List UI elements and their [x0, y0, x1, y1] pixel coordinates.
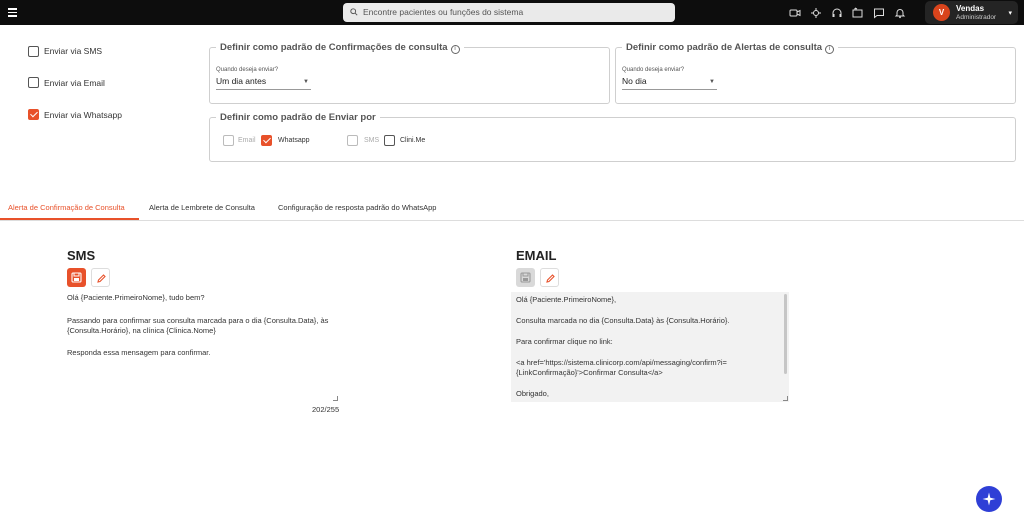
sms-checkbox[interactable]	[28, 46, 39, 57]
confirmation-default-legend: Definir como padrão de Confirmações de c…	[216, 42, 464, 54]
send-by-clinime-checkbox[interactable]	[384, 135, 395, 146]
caret-down-icon: ▼	[709, 79, 715, 85]
send-by-sms-checkbox	[347, 135, 358, 146]
bug-icon[interactable]	[810, 7, 822, 19]
send-by-whatsapp-checkbox[interactable]	[261, 135, 272, 146]
send-by-email-checkbox	[223, 135, 234, 146]
alert-default-title: Definir como padrão de Alertas de consul…	[626, 42, 823, 53]
resize-handle-icon[interactable]	[333, 396, 338, 401]
email-line: Para confirmar clique no link:	[516, 337, 613, 346]
search-placeholder: Encontre pacientes ou funções do sistema	[363, 7, 524, 17]
alert-default-group: Definir como padrão de Alertas de consul…	[615, 42, 1016, 104]
assistant-button[interactable]	[976, 486, 1002, 512]
email-line: Obrigado,	[516, 389, 549, 398]
alert-when-select[interactable]: No dia ▼	[622, 76, 717, 90]
email-line: <a href='https://sistema.clinicorp.com/a…	[516, 358, 727, 367]
confirmation-default-title: Definir como padrão de Confirmações de c…	[220, 42, 448, 53]
sms-line: {Consulta.Horário}, na clínica {Clinica.…	[67, 326, 216, 335]
sms-checkbox-label: Enviar via SMS	[44, 46, 103, 56]
history-icon[interactable]	[852, 7, 864, 19]
bell-icon[interactable]	[894, 7, 906, 19]
confirmation-default-group: Definir como padrão de Confirmações de c…	[209, 42, 610, 104]
email-save-button[interactable]	[516, 268, 535, 287]
info-icon[interactable]: i	[450, 45, 460, 54]
tab-whatsapp-default-reply[interactable]: Configuração de resposta padrão do Whats…	[278, 203, 436, 212]
sparkle-icon	[982, 492, 996, 506]
avatar: V	[933, 4, 950, 21]
chevron-down-icon: ▾	[1008, 10, 1012, 17]
email-message-text[interactable]: Olá {Paciente.PrimeiroNome}, Consulta ma…	[511, 292, 789, 402]
send-by-default-legend: Definir como padrão de Enviar por	[216, 112, 380, 123]
alert-when-value: No dia	[622, 76, 647, 86]
sms-edit-button[interactable]	[91, 268, 110, 287]
search-input[interactable]: Encontre pacientes ou funções do sistema	[343, 3, 675, 22]
save-icon	[520, 272, 531, 283]
alert-default-legend: Definir como padrão de Alertas de consul…	[622, 42, 839, 54]
send-by-whatsapp-label: Whatsapp	[278, 137, 310, 144]
sms-line: Olá {Paciente.PrimeiroNome}, tudo bem?	[67, 293, 205, 302]
pencil-icon	[546, 274, 555, 283]
save-icon	[71, 272, 82, 283]
email-checkbox-label: Enviar via Email	[44, 78, 105, 88]
whatsapp-checkbox-label: Enviar via Whatsapp	[44, 110, 122, 120]
chat-icon[interactable]	[873, 7, 885, 19]
tab-confirmation-alert[interactable]: Alerta de Confirmação de Consulta	[8, 203, 125, 212]
send-by-default-group: Definir como padrão de Enviar por Email …	[209, 112, 1016, 162]
info-icon[interactable]: i	[825, 45, 835, 54]
email-line: Consulta marcada no dia {Consulta.Data} …	[516, 316, 730, 325]
sms-line: Passando para confirmar sua consulta mar…	[67, 316, 329, 325]
email-edit-button[interactable]	[540, 268, 559, 287]
user-role: Administrador	[956, 14, 997, 21]
resize-handle-icon[interactable]	[783, 396, 788, 401]
pencil-icon	[97, 274, 106, 283]
send-by-email-label: Email	[238, 137, 256, 144]
whatsapp-checkbox[interactable]	[28, 109, 39, 120]
send-by-clinime-label: Clini.Me	[400, 137, 426, 144]
caret-down-icon: ▼	[303, 79, 309, 85]
email-scrollbar[interactable]	[784, 294, 787, 374]
user-menu[interactable]: V Vendas Administrador ▾	[925, 1, 1018, 24]
email-checkbox[interactable]	[28, 77, 39, 88]
sms-line: Responda essa mensagem para confirmar.	[67, 348, 211, 357]
active-tab-indicator	[0, 218, 139, 220]
headset-icon[interactable]	[831, 7, 843, 19]
tab-reminder-alert[interactable]: Alerta de Lembrete de Consulta	[149, 203, 255, 212]
confirmation-when-caption: Quando deseja enviar?	[216, 67, 279, 73]
send-by-sms-label: SMS	[364, 137, 380, 144]
menu-icon[interactable]	[8, 8, 17, 17]
tab-bar: Alerta de Confirmação de Consulta Alerta…	[0, 198, 1024, 221]
user-name: Vendas	[956, 4, 985, 13]
email-line: Olá {Paciente.PrimeiroNome},	[516, 295, 617, 304]
confirmation-when-select[interactable]: Um dia antes ▼	[216, 76, 311, 90]
top-bar: Encontre pacientes ou funções do sistema…	[0, 0, 1024, 25]
sms-save-button[interactable]	[67, 268, 86, 287]
search-icon	[350, 8, 358, 16]
sms-section-title: SMS	[67, 248, 96, 263]
email-section-title: EMAIL	[516, 248, 557, 263]
alert-when-caption: Quando deseja enviar?	[622, 67, 685, 73]
sms-character-counter: 202/255	[312, 405, 340, 414]
confirmation-when-value: Um dia antes	[216, 76, 267, 86]
email-line: {LinkConfirmação}'>Confirmar Consulta</a…	[516, 368, 663, 377]
video-icon[interactable]	[789, 7, 801, 19]
